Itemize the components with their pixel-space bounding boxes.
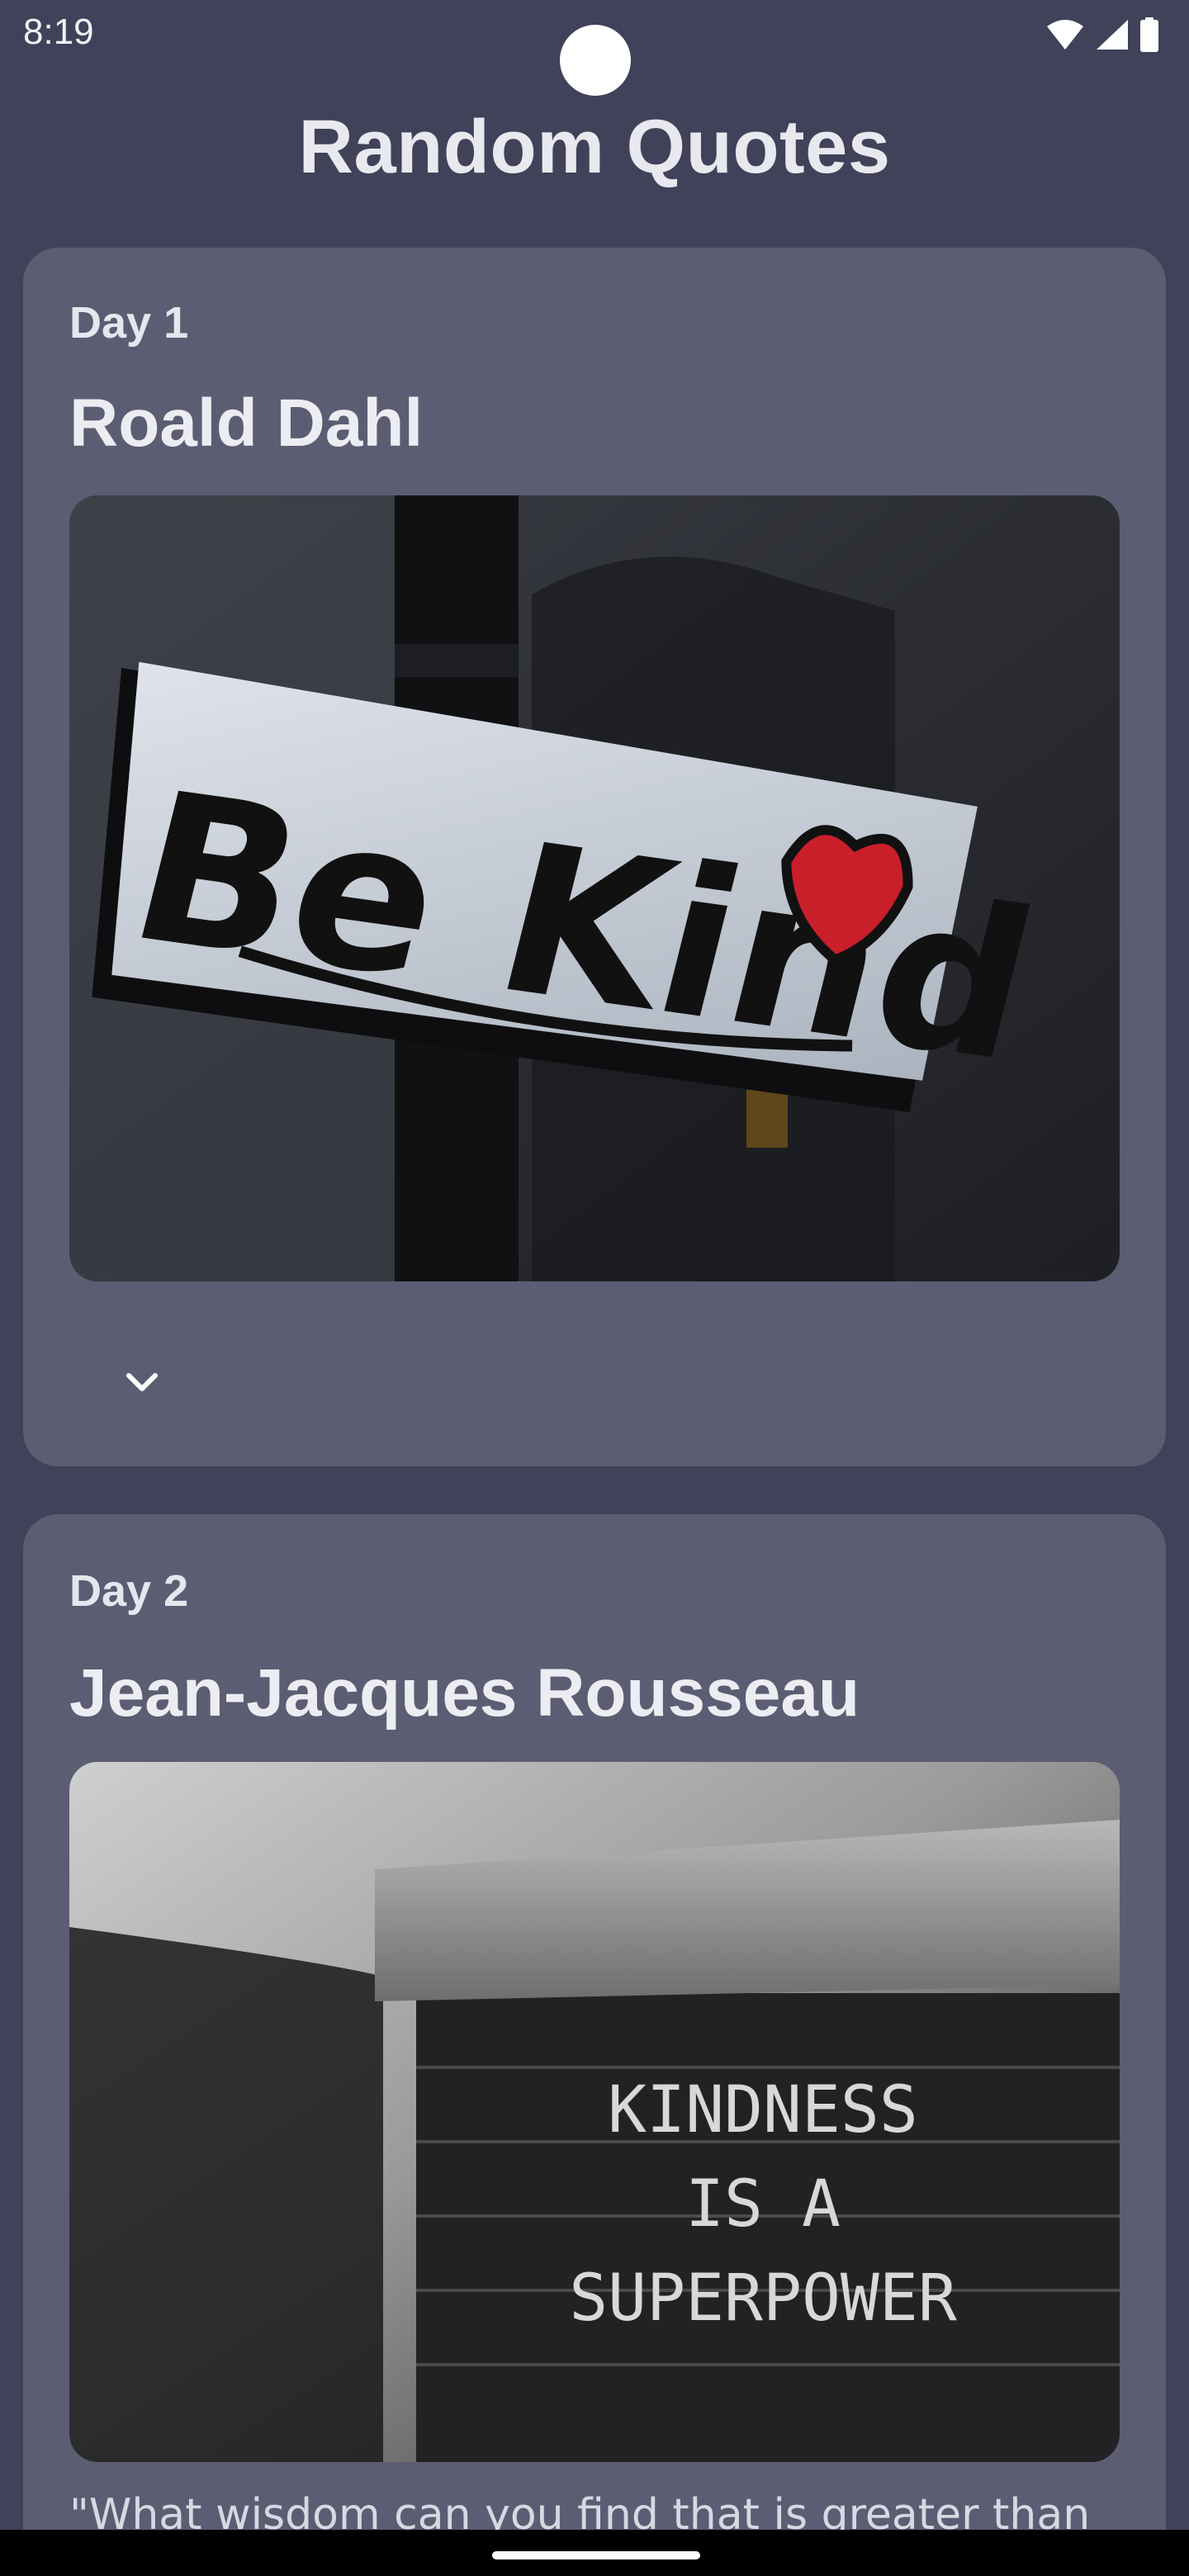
- expand-button[interactable]: [119, 1359, 165, 1405]
- status-icons: [1045, 17, 1159, 53]
- chevron-down-icon: [119, 1373, 165, 1409]
- day-label: Day 1: [69, 298, 189, 348]
- quote-card[interactable]: Day 2 Jean-Jacques Rousseau KINDNESS IS …: [23, 1514, 1166, 2576]
- quote-card[interactable]: Day 1 Roald Dahl Be Kind: [23, 248, 1166, 1466]
- signal-icon: [1095, 18, 1130, 51]
- quote-image: Be Kind: [69, 495, 1120, 1281]
- image-text-line: IS A: [685, 2167, 841, 2242]
- page-title: Random Quotes: [298, 105, 891, 189]
- battery-icon: [1139, 17, 1159, 52]
- quote-image: KINDNESS IS A SUPERPOWER: [69, 1762, 1120, 2462]
- front-camera: [560, 25, 631, 96]
- image-text-line: KINDNESS: [608, 2073, 918, 2147]
- author-name: Jean-Jacques Rousseau: [69, 1655, 860, 1731]
- author-name: Roald Dahl: [69, 386, 424, 461]
- wifi-icon: [1045, 18, 1085, 51]
- home-gesture-handle[interactable]: [492, 2551, 700, 2559]
- status-time: 8:19: [23, 12, 94, 52]
- image-text-line: SUPERPOWER: [569, 2261, 957, 2336]
- day-label: Day 2: [69, 1566, 189, 1616]
